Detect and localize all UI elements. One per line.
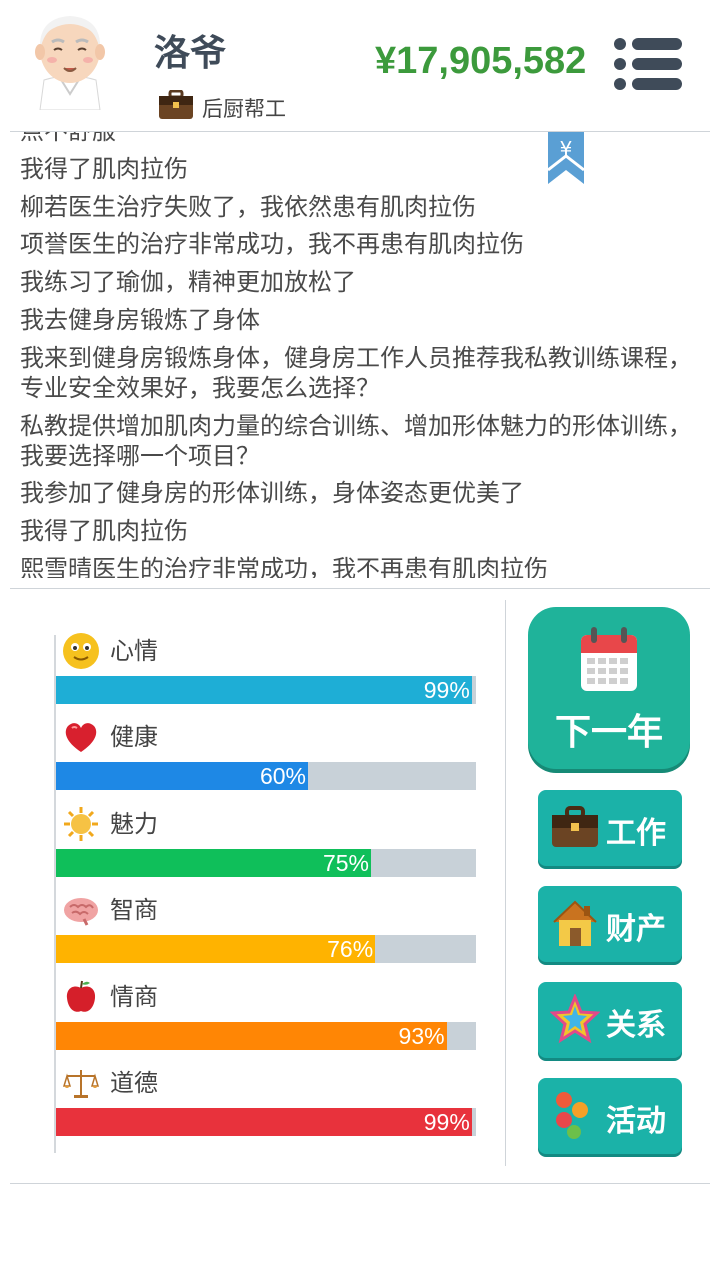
- stat-row: 魅力 75%: [56, 805, 476, 891]
- next-year-button[interactable]: 下一年: [528, 607, 690, 769]
- bookmark-yen-icon[interactable]: ¥: [548, 132, 584, 184]
- stat-bar-track: 60%: [56, 762, 476, 791]
- log-line: 私教提供增加肌肉力量的综合训练、增加形体魅力的形体训练，我要选择哪一个项目？: [20, 411, 692, 470]
- briefcase-icon: [552, 806, 598, 847]
- stat-row: 智商 76%: [56, 891, 476, 977]
- work-label: 工作: [606, 816, 666, 851]
- job-info: 后厨帮工: [158, 88, 286, 122]
- apple-icon: [66, 980, 96, 1012]
- stat-label: 健康: [110, 723, 158, 752]
- brain-icon: [64, 898, 98, 926]
- stat-bar-track: 99%: [56, 676, 476, 704]
- briefcase-icon: [159, 90, 193, 119]
- bottom-divider: [10, 1183, 710, 1184]
- stat-percent: 60%: [259, 763, 306, 790]
- stat-bar-fill: 60%: [56, 762, 308, 791]
- character-name: 洛爷: [154, 33, 227, 74]
- stat-label: 道德: [110, 1069, 158, 1097]
- activity-dots-icon: [556, 1092, 588, 1139]
- stat-label: 心情: [110, 637, 158, 665]
- property-label: 财产: [606, 912, 666, 947]
- stat-row: 情商 93%: [56, 978, 476, 1064]
- stat-row: 道德 99%: [56, 1064, 476, 1150]
- stat-row: 心情 99%: [56, 632, 476, 718]
- log-line: 柳若医生治疗失败了，我依然患有肌肉拉伤: [20, 192, 476, 221]
- next-year-label: 下一年: [554, 712, 663, 753]
- relations-button[interactable]: 关系: [538, 982, 682, 1058]
- log-line: 我练习了瑜伽，精神更加放松了: [20, 268, 356, 297]
- stat-row: 健康 60%: [56, 718, 476, 804]
- star-icon: [550, 994, 600, 1044]
- stat-bar-fill: 99%: [56, 1108, 472, 1136]
- log-line: 熙雪晴医生的治疗非常成功，我不再患有肌肉拉伤: [20, 554, 548, 578]
- heart-icon: [65, 723, 97, 753]
- stat-bar-track: 93%: [56, 1021, 476, 1050]
- header: 洛爷 后厨帮工 ¥17,905,582: [0, 0, 720, 131]
- log-divider: [10, 588, 710, 589]
- stat-label: 智商: [110, 896, 158, 925]
- stat-bar-fill: 99%: [56, 676, 472, 704]
- log-line: 我参加了健身房的形体训练，身体姿态更优美了: [20, 479, 524, 508]
- calendar-icon: [581, 627, 637, 691]
- activities-label: 活动: [606, 1104, 666, 1139]
- stat-bar-fill: 93%: [56, 1021, 447, 1050]
- event-log-list: 点不舒服我得了肌肉拉伤柳若医生治疗失败了，我依然患有肌肉拉伤项誉医生的治疗非常成…: [20, 132, 705, 578]
- vertical-divider: [505, 600, 506, 1166]
- event-log[interactable]: 点不舒服我得了肌肉拉伤柳若医生治疗失败了，我依然患有肌肉拉伤项誉医生的治疗非常成…: [0, 132, 720, 578]
- stat-label: 情商: [110, 982, 158, 1011]
- stat-bar-track: 99%: [56, 1108, 476, 1136]
- bookmark-symbol: ¥: [560, 137, 573, 161]
- house-icon: [553, 900, 597, 946]
- stat-bar-fill: 76%: [56, 935, 376, 964]
- log-line: 我得了肌肉拉伤: [20, 154, 188, 183]
- sun-icon: [64, 806, 98, 841]
- log-line: 我去健身房锻炼了身体: [20, 305, 260, 334]
- log-line: 我来到健身房锻炼身体，健身房工作人员推荐我私教训练课程，专业安全效果好，我要怎么…: [20, 343, 692, 402]
- activities-button[interactable]: 活动: [538, 1078, 682, 1154]
- log-line: 点不舒服: [20, 132, 705, 146]
- log-line: 项誉医生的治疗非常成功，我不再患有肌肉拉伤: [20, 230, 524, 259]
- stat-bar-track: 75%: [56, 848, 476, 877]
- money-amount: ¥17,905,582: [375, 40, 587, 82]
- stat-percent: 75%: [322, 849, 369, 876]
- stat-percent: 99%: [423, 1109, 470, 1135]
- elder-avatar[interactable]: [30, 10, 110, 110]
- relations-label: 关系: [606, 1008, 666, 1043]
- stat-percent: 99%: [423, 677, 470, 703]
- log-line: 我得了肌肉拉伤: [20, 517, 188, 546]
- stat-bar-fill: 75%: [56, 848, 371, 877]
- stat-percent: 93%: [398, 1022, 445, 1049]
- scales-icon: [62, 1070, 100, 1098]
- job-title: 后厨帮工: [202, 97, 286, 121]
- smiley-icon: [63, 633, 99, 669]
- stat-percent: 76%: [327, 936, 374, 963]
- menu-icon[interactable]: [612, 36, 684, 92]
- work-button[interactable]: 工作: [538, 790, 682, 866]
- property-button[interactable]: 财产: [538, 886, 682, 962]
- stat-bar-track: 76%: [56, 935, 476, 964]
- stat-label: 魅力: [110, 809, 158, 838]
